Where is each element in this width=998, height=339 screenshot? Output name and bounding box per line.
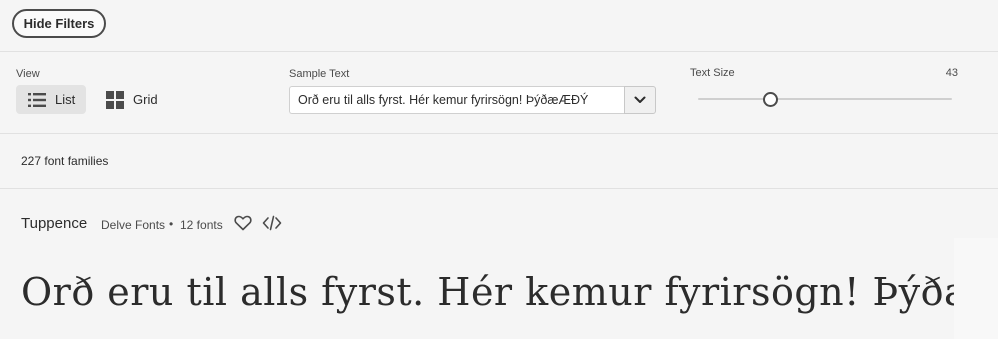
grid-icon — [106, 90, 124, 109]
view-list-button[interactable]: List — [16, 85, 86, 114]
foundry-link[interactable]: Delve Fonts — [101, 218, 165, 232]
hide-filters-button[interactable]: Hide Filters — [12, 9, 106, 38]
view-grid-button[interactable]: Grid — [104, 85, 166, 114]
heart-icon[interactable] — [234, 215, 252, 231]
list-icon — [28, 92, 46, 107]
code-icon[interactable] — [262, 215, 282, 231]
font-family-name[interactable]: Tuppence — [21, 215, 87, 232]
text-size-slider-track[interactable] — [698, 98, 952, 100]
filter-panel: View List Grid Sample Text Orð eru til a… — [0, 52, 998, 134]
sample-text-dropdown-button[interactable] — [624, 86, 656, 114]
separator-dot: • — [169, 217, 174, 231]
font-preview-text[interactable]: Orð eru til alls fyrst. Hér kemur fyrirs… — [21, 270, 981, 314]
top-bar: Hide Filters — [0, 0, 998, 52]
sample-text-label: Sample Text — [289, 68, 350, 80]
text-size-slider-thumb[interactable] — [763, 92, 778, 107]
page: Hide Filters View List Grid Sample Text … — [0, 0, 998, 339]
text-size-value: 43 — [945, 67, 958, 79]
view-label: View — [16, 68, 40, 80]
results-bar: 227 font families — [0, 134, 998, 189]
font-count: 12 fonts — [180, 218, 223, 232]
font-family-count: 227 font families — [21, 154, 109, 168]
font-family-card[interactable]: Tuppence Delve Fonts • 12 fonts Orð eru … — [0, 190, 998, 339]
chevron-down-icon — [634, 96, 646, 103]
sample-text-input[interactable]: Orð eru til alls fyrst. Hér kemur fyrirs… — [289, 86, 625, 114]
view-list-label: List — [55, 92, 76, 107]
preview-fade — [954, 238, 998, 339]
text-size-label: Text Size — [690, 67, 735, 79]
view-grid-label: Grid — [133, 92, 158, 107]
